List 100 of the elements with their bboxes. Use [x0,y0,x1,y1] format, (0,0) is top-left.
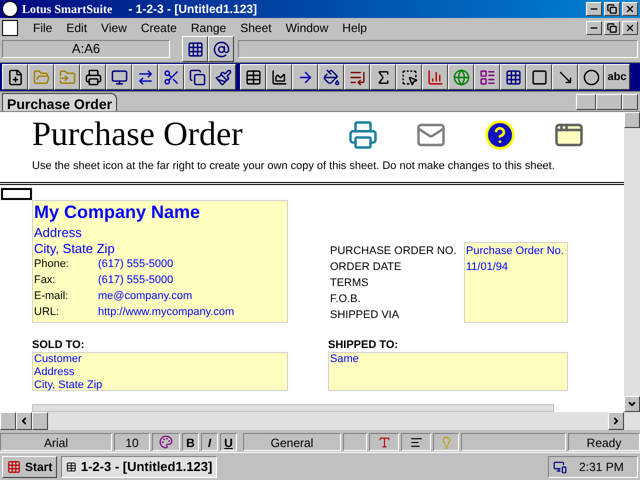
select-button[interactable] [396,64,422,90]
size-selector[interactable]: 10 [114,433,150,451]
menu-item[interactable]: Sheet [233,19,279,37]
vertical-scrollbar[interactable] [624,112,640,412]
menu-item[interactable]: Window [278,19,336,37]
company-address: Address [34,224,83,241]
order-field-label: PURCHASE ORDER NO. [330,244,457,259]
bar-chart-button[interactable] [422,64,448,90]
help-icon [484,118,516,151]
split-button[interactable] [576,94,596,110]
contact-label: Fax: [34,273,56,288]
list-button[interactable] [344,64,370,90]
cell-address-field[interactable]: A:A6 [2,40,170,58]
function-icon [212,40,230,58]
minimize-button[interactable] [586,2,602,16]
close-icon [625,23,635,33]
contact-label: Phone: [34,257,70,272]
navigator-button[interactable] [182,36,208,62]
preview-button[interactable] [106,64,132,90]
order-field-value: 11/01/94 [466,260,510,275]
table-icon [244,68,262,86]
form-icon [478,68,496,86]
order-field-label: TERMS [330,276,370,291]
globe-button[interactable] [448,64,474,90]
form-button[interactable] [474,64,500,90]
arrow-button[interactable] [292,64,318,90]
address-heading: SOLD TO: [32,338,86,352]
folder-button[interactable] [28,64,54,90]
chart-area-button[interactable] [266,64,292,90]
style-button[interactable]: B [182,433,199,451]
close-button[interactable] [622,2,638,16]
address-line: Customer [34,352,83,366]
start-button[interactable]: Start [2,456,58,478]
sum-button[interactable] [370,64,396,90]
text-tool-button[interactable]: abc [604,64,630,90]
menu-item[interactable]: File [26,19,60,37]
table-button[interactable] [240,64,266,90]
scroll-thumb[interactable] [32,412,48,430]
restore-button[interactable] [604,21,620,35]
app-name: Lotus SmartSuite [22,1,112,18]
mode-indicator: Ready [568,433,640,451]
fill-button[interactable] [318,64,344,90]
lightbulb-icon [440,436,452,448]
print-button[interactable] [80,64,106,90]
minimize-button[interactable] [586,21,602,35]
style-button[interactable]: U [220,433,237,451]
address-line: City, State Zip [34,378,104,392]
restore-button[interactable] [604,2,620,16]
new-file-icon [6,68,24,86]
menu-item[interactable]: View [94,19,134,37]
new-file-button[interactable] [2,64,28,90]
scroll-up-thumb[interactable] [624,112,640,128]
scroll-right-button[interactable] [608,412,624,430]
function-button[interactable] [208,36,234,62]
rectangle-button[interactable] [526,64,552,90]
font-selector[interactable]: Arial [0,433,112,451]
alignment-button[interactable] [401,433,431,451]
close-icon [625,4,635,14]
window-title: - 1-2-3 - [Untitled1.123] [128,1,258,18]
smarticon-button[interactable] [433,433,459,451]
taskbar-item[interactable]: 1-2-3 - [Untitled1.123] [61,456,218,478]
display-icon [553,460,567,474]
company-city: City, State Zip [34,240,116,257]
chart-area-icon [270,68,288,86]
ellipse-button[interactable] [578,64,604,90]
grid-button[interactable] [500,64,526,90]
color-selector[interactable] [152,433,180,451]
order-field-label: SHIPPED VIA [330,308,400,323]
menu-item[interactable]: Edit [59,19,94,37]
address-line: Same [330,352,360,366]
color-bar-button[interactable] [369,433,399,451]
split-handle[interactable] [0,412,16,430]
menu-item[interactable]: Create [134,19,184,37]
folder-arrow-icon [58,68,76,86]
menu-item[interactable]: Help [335,19,374,37]
cut-button[interactable] [158,64,184,90]
close-button[interactable] [622,21,638,35]
instruction-text: Use the sheet icon at the far right to create your own copy of this sheet. Do not make changes to this sheet. [31,158,556,174]
sheet-title: Purchase Order [32,118,243,152]
copy-button[interactable] [184,64,210,90]
pane-splitter[interactable] [622,94,638,110]
status-panel [343,433,367,451]
menu-item[interactable]: Range [184,19,234,37]
format-selector[interactable]: General [243,433,341,451]
scroll-left-button[interactable] [16,412,32,430]
chart-line-button[interactable] [596,94,622,110]
folder-arrow-button[interactable] [54,64,80,90]
bar-chart-icon [426,68,444,86]
brush-button[interactable] [210,64,236,90]
select-icon [400,68,418,86]
order-field-value: Purchase Order No. [466,244,565,259]
brush-icon [214,68,232,86]
arrows-button[interactable] [132,64,158,90]
scroll-down-button[interactable] [624,396,640,412]
sheet-tab[interactable]: Purchase Order [2,93,118,111]
line-arrow-button[interactable] [552,64,578,90]
contact-value: http://www.mycompany.com [98,305,234,320]
text-color-icon [378,436,390,448]
style-button[interactable]: I [201,433,218,451]
formula-field[interactable] [238,40,638,58]
